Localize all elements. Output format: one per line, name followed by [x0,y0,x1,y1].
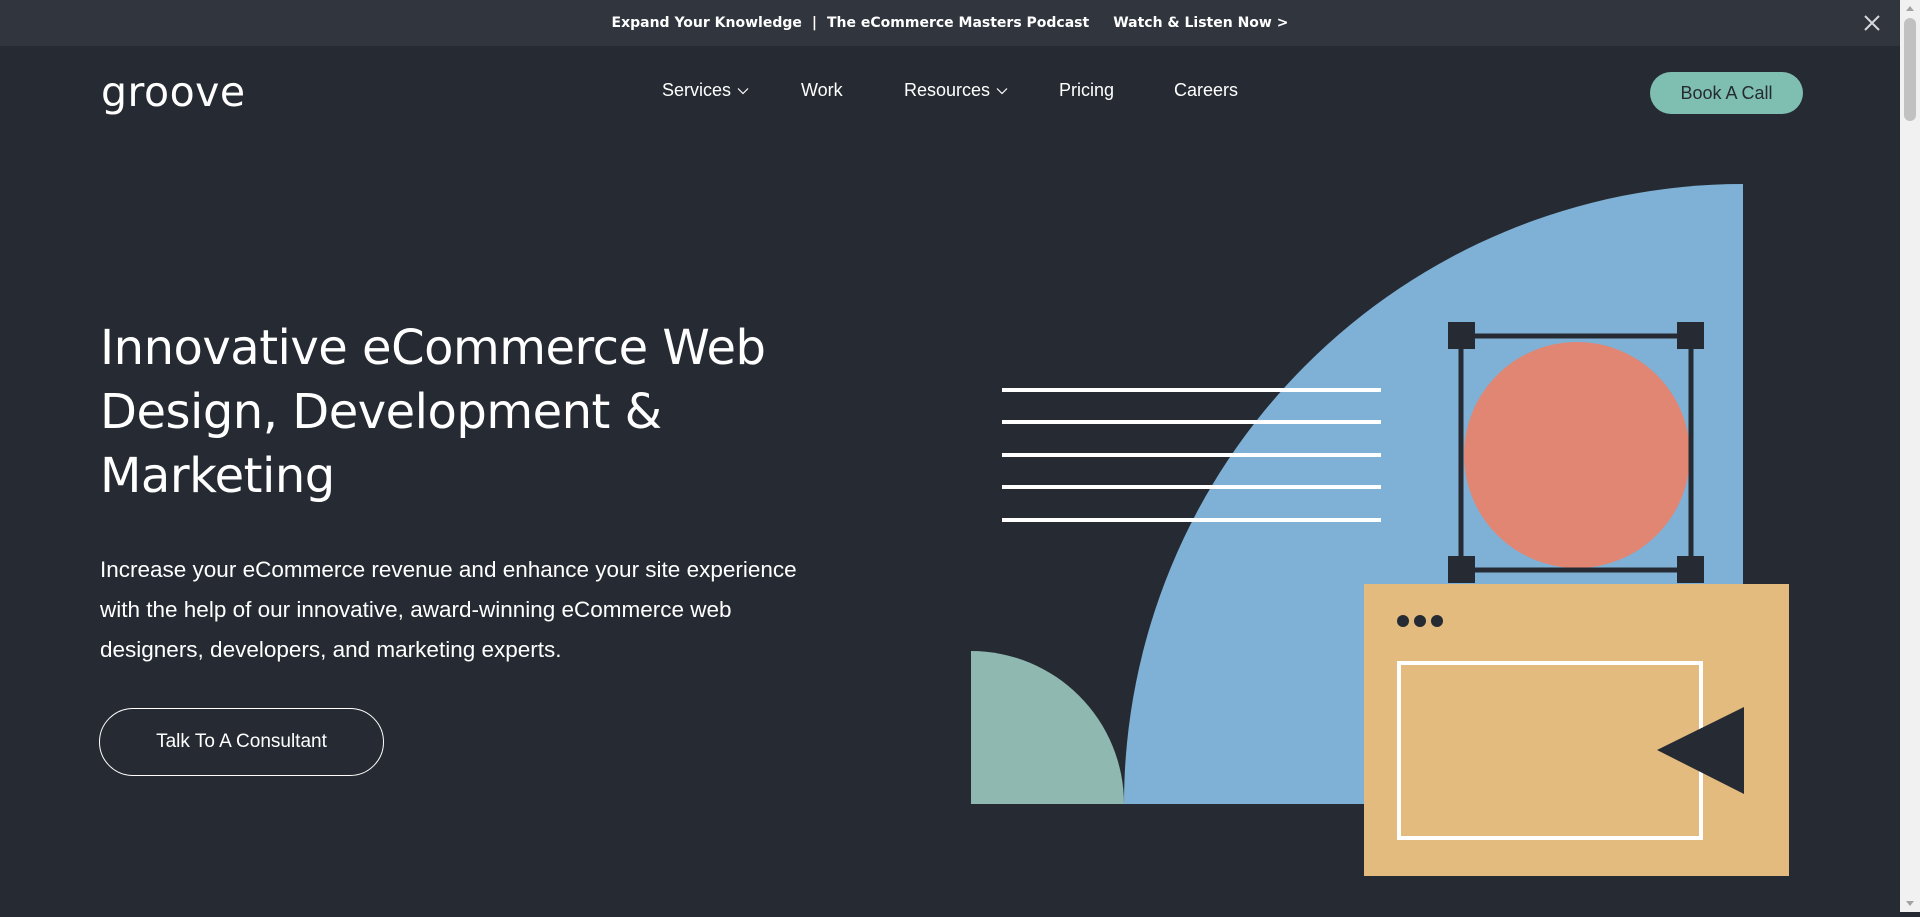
text-lines-graphic [1002,388,1381,522]
announcement-bar: Expand Your Knowledge | The eCommerce Mast… [0,0,1900,46]
announcement-separator: | [811,15,817,31]
coral-circle-shape [1464,342,1690,568]
selection-frame-icon [1448,322,1704,583]
talk-to-consultant-button[interactable]: Talk To A Consultant [99,708,384,776]
close-icon[interactable] [1862,13,1882,33]
announcement-cta-link[interactable]: Watch & Listen Now > [1113,15,1288,31]
scroll-up-arrow-icon[interactable] [1900,0,1920,17]
announcement-left-text: Expand Your Knowledge [611,15,802,31]
nav-item-label: Services [662,80,732,100]
announcement-message[interactable]: Expand Your Knowledge | The eCommerce Mast… [0,15,1900,31]
nav-item-label: Work [801,80,843,100]
hero-title: Innovative eCommerce Web Design, Develop… [100,320,766,504]
nav-item-resources[interactable]: Resources [904,80,1008,101]
nav-item-label: Resources [904,80,991,100]
nav-item-work[interactable]: Work [801,80,843,101]
sage-quarter-circle-shape [971,651,1124,804]
hero-description: Increase your eCommerce revenue and enha… [100,557,797,662]
page-scrollbar[interactable] [1900,0,1920,912]
announcement-podcast-text: The eCommerce Masters Podcast [827,15,1090,31]
nav-item-services[interactable]: Services [662,80,749,101]
nav-item-label: Pricing [1059,80,1115,100]
scrollbar-thumb[interactable] [1904,18,1916,121]
nav-item-label: Careers [1174,80,1239,100]
video-window-graphic [1364,584,1789,876]
groove-logo[interactable]: groove [101,67,246,117]
chevron-down-icon [996,79,1008,100]
chevron-down-icon [737,79,749,100]
book-a-call-button[interactable]: Book A Call [1650,72,1803,114]
play-triangle-icon [1657,707,1744,794]
nav-item-careers[interactable]: Careers [1174,80,1238,101]
scroll-down-arrow-icon[interactable] [1900,895,1920,912]
nav-item-pricing[interactable]: Pricing [1059,80,1114,101]
blue-quarter-circle-shape [1124,184,1743,804]
